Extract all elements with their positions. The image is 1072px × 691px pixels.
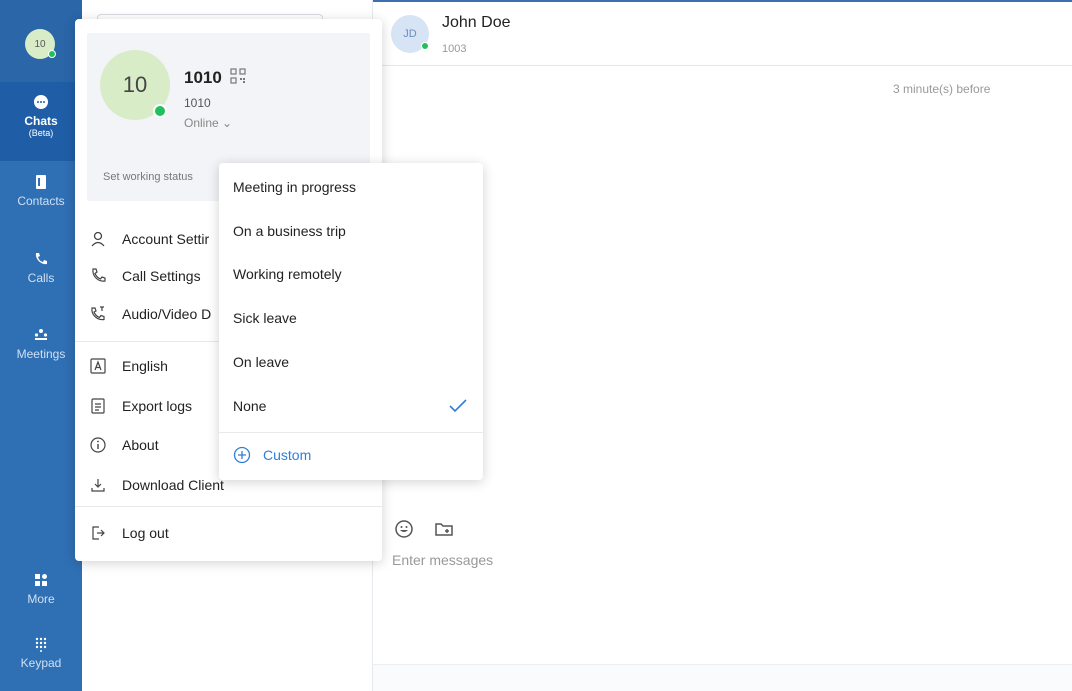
info-icon bbox=[90, 437, 106, 453]
nav-label-contacts: Contacts bbox=[17, 194, 65, 208]
menu-label: Account Settir bbox=[122, 231, 210, 247]
chat-bubble-icon bbox=[34, 95, 48, 109]
message-toolbar bbox=[393, 518, 455, 540]
nav-item-contacts[interactable]: Contacts bbox=[0, 174, 82, 224]
grid-more-icon bbox=[35, 574, 47, 586]
menu-language[interactable]: English bbox=[89, 354, 168, 378]
status-option-sick-leave[interactable]: Sick leave bbox=[233, 308, 297, 328]
nav-item-keypad[interactable]: Keypad bbox=[0, 636, 82, 682]
status-divider bbox=[219, 432, 483, 433]
status-option-none[interactable]: None bbox=[233, 396, 266, 416]
contact-name: John Doe bbox=[442, 14, 511, 31]
emoji-icon[interactable] bbox=[393, 518, 415, 540]
menu-audio-video[interactable]: Audio/Video D bbox=[89, 302, 211, 326]
nav-item-calls[interactable]: Calls bbox=[0, 251, 82, 301]
menu-label: Log out bbox=[122, 525, 169, 541]
nav-label-chats: Chats bbox=[24, 114, 58, 128]
contact-online-dot bbox=[421, 42, 429, 50]
document-icon bbox=[91, 398, 105, 414]
nav-label-meetings: Meetings bbox=[16, 347, 66, 361]
checkmark-icon bbox=[449, 399, 467, 413]
nav-item-meetings[interactable]: Meetings bbox=[0, 327, 82, 377]
menu-download-client[interactable]: Download Client bbox=[89, 473, 224, 497]
message-timestamp: 3 minute(s) before bbox=[893, 82, 991, 96]
status-option-business-trip[interactable]: On a business trip bbox=[233, 221, 346, 241]
nav-label-more: More bbox=[27, 592, 55, 606]
nav-label-calls: Calls bbox=[27, 271, 55, 285]
attach-folder-icon[interactable] bbox=[433, 518, 455, 540]
menu-call-settings[interactable]: Call Settings bbox=[89, 264, 201, 288]
online-status-dot bbox=[48, 50, 56, 58]
phone-icon bbox=[35, 253, 47, 265]
window-top-border bbox=[373, 0, 1072, 2]
rail-avatar-initials: 10 bbox=[34, 38, 46, 50]
phone-video-icon bbox=[91, 306, 105, 321]
custom-status-button[interactable]: Custom bbox=[233, 446, 311, 464]
meeting-people-icon bbox=[34, 329, 48, 340]
menu-divider bbox=[75, 506, 382, 507]
nav-item-chats[interactable]: Chats (Beta) bbox=[0, 82, 82, 161]
custom-status-label: Custom bbox=[263, 447, 312, 463]
working-status-menu: Meeting in progress On a business trip W… bbox=[219, 163, 483, 480]
nav-sublabel-chats: (Beta) bbox=[28, 128, 54, 138]
nav-item-more[interactable]: More bbox=[0, 572, 82, 616]
presence-dropdown[interactable]: Online ⌄ bbox=[184, 116, 232, 130]
menu-label: English bbox=[122, 358, 168, 374]
keypad-icon bbox=[35, 637, 47, 652]
menu-log-out[interactable]: Log out bbox=[89, 521, 169, 545]
profile-online-dot bbox=[153, 104, 167, 118]
contacts-book-icon bbox=[36, 175, 46, 189]
phone-icon bbox=[92, 268, 106, 282]
message-input[interactable]: Enter messages bbox=[392, 552, 493, 568]
menu-label: About bbox=[122, 437, 159, 453]
set-working-status[interactable]: Set working status bbox=[103, 171, 193, 183]
language-icon bbox=[90, 358, 106, 374]
nav-label-keypad: Keypad bbox=[20, 656, 62, 670]
menu-account-settings[interactable]: Account Settir bbox=[89, 227, 209, 251]
add-circle-icon bbox=[233, 446, 251, 464]
profile-name: 1010 bbox=[184, 68, 222, 87]
profile-extension: 1010 bbox=[184, 96, 211, 110]
user-icon bbox=[91, 231, 105, 247]
qr-code-icon[interactable] bbox=[230, 68, 246, 84]
contact-avatar-initials: JD bbox=[403, 28, 417, 40]
menu-label: Call Settings bbox=[122, 268, 201, 284]
chat-footer bbox=[373, 664, 1072, 691]
profile-avatar[interactable]: 10 bbox=[100, 50, 170, 120]
status-option-meeting[interactable]: Meeting in progress bbox=[233, 177, 356, 197]
rail-user-avatar[interactable]: 10 bbox=[25, 29, 56, 59]
status-option-remote[interactable]: Working remotely bbox=[233, 264, 342, 284]
logout-icon bbox=[92, 526, 105, 540]
menu-export-logs[interactable]: Export logs bbox=[89, 394, 192, 418]
nav-rail: 10 Chats (Beta) Contacts Calls Meetings … bbox=[0, 0, 82, 691]
menu-label: Download Client bbox=[122, 477, 224, 493]
contact-extension: 1003 bbox=[442, 43, 467, 55]
status-option-on-leave[interactable]: On leave bbox=[233, 352, 289, 372]
menu-about[interactable]: About bbox=[89, 433, 159, 457]
menu-label: Export logs bbox=[122, 398, 193, 414]
chat-header: JD John Doe 1003 bbox=[373, 0, 1072, 66]
profile-avatar-initials: 10 bbox=[122, 72, 148, 97]
download-icon bbox=[91, 479, 105, 492]
menu-label: Audio/Video D bbox=[122, 306, 212, 322]
contact-avatar[interactable]: JD bbox=[391, 15, 429, 53]
